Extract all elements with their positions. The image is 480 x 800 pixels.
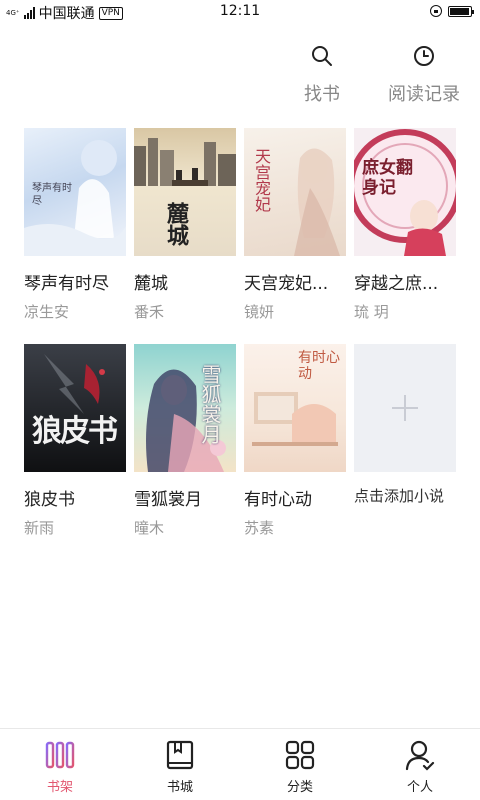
book-item[interactable]: 天宫宠妃 天宫宠妃... 镜妍 — [244, 128, 346, 322]
cover-title: 天宫宠妃 — [252, 148, 271, 212]
book-author: 镜妍 — [244, 303, 275, 321]
book-cover: 雪狐裳月 — [134, 344, 236, 472]
book-title: 琴声有时尽 — [24, 274, 109, 294]
cover-title: 有时心动 — [298, 350, 340, 382]
status-time: 12:11 — [219, 3, 261, 19]
book-author: 曈木 — [134, 519, 165, 537]
book-item[interactable]: 庶女翻身记 穿越之庶... 琉 玥 — [354, 128, 456, 322]
bookshelf-icon — [45, 741, 75, 769]
nav-label: 书架 — [46, 780, 73, 795]
book-store-icon — [166, 740, 194, 770]
plus-icon — [392, 395, 418, 421]
cover-title: 麓城 — [163, 202, 189, 246]
book-cover: 麓城 — [134, 128, 236, 256]
add-book-button[interactable]: 点击添加小说 — [354, 344, 456, 506]
book-item[interactable]: 琴声有时尽 琴声有时尽 凉生安 — [24, 128, 126, 322]
user-icon — [405, 740, 435, 771]
bottom-nav: 书架 书城 分类 个人 — [0, 728, 480, 800]
rotation-lock-icon — [430, 5, 442, 17]
book-cover: 狼皮书 — [24, 344, 126, 472]
search-icon — [312, 46, 332, 66]
find-book-label: 找书 — [304, 84, 340, 105]
book-title: 穿越之庶... — [354, 274, 439, 294]
book-cover: 庶女翻身记 — [354, 128, 456, 256]
book-title: 麓城 — [134, 274, 168, 294]
nav-profile[interactable]: 个人 — [360, 729, 480, 800]
book-author: 番禾 — [134, 303, 165, 321]
book-author: 凉生安 — [24, 303, 70, 321]
add-book-cover[interactable] — [354, 344, 456, 472]
book-title: 天宫宠妃... — [244, 274, 329, 294]
nav-label: 分类 — [286, 780, 313, 795]
nav-bookshelf[interactable]: 书架 — [0, 729, 120, 800]
find-book-button[interactable]: 找书 — [304, 44, 340, 106]
status-bar: 4G⁺ 中国联通 VPN 12:11 — [0, 0, 480, 24]
category-grid-icon — [285, 740, 315, 770]
book-title: 有时心动 — [244, 490, 312, 510]
nav-category[interactable]: 分类 — [240, 729, 360, 800]
cover-title: 狼皮书 — [32, 414, 118, 449]
book-item[interactable]: 有时心动 有时心动 苏素 — [244, 344, 346, 538]
clock-icon — [414, 46, 434, 66]
book-cover: 有时心动 — [244, 344, 346, 472]
book-item[interactable]: 狼皮书 狼皮书 新雨 — [24, 344, 126, 538]
nav-label: 书城 — [166, 780, 193, 795]
book-author: 新雨 — [24, 519, 55, 537]
nav-label: 个人 — [406, 780, 433, 795]
book-item[interactable]: 麓城 麓城 番禾 — [134, 128, 236, 322]
book-author: 苏素 — [244, 519, 275, 537]
nav-book-store[interactable]: 书城 — [120, 729, 240, 800]
reading-history-button[interactable]: 阅读记录 — [388, 44, 460, 106]
book-title: 雪狐裳月 — [134, 490, 202, 510]
reading-history-label: 阅读记录 — [388, 84, 460, 105]
cover-title: 雪狐裳月 — [198, 364, 222, 444]
add-book-label: 点击添加小说 — [354, 487, 445, 505]
cover-title: 琴声有时尽 — [32, 183, 72, 207]
cover-title: 庶女翻身记 — [362, 158, 413, 198]
book-item[interactable]: 雪狐裳月 雪狐裳月 曈木 — [134, 344, 236, 538]
book-cover: 琴声有时尽 — [24, 128, 126, 256]
top-actions: 找书 阅读记录 — [304, 44, 460, 106]
battery-icon — [448, 5, 474, 17]
book-author: 琉 玥 — [354, 303, 389, 321]
book-title: 狼皮书 — [24, 490, 75, 510]
book-cover: 天宫宠妃 — [244, 128, 346, 256]
